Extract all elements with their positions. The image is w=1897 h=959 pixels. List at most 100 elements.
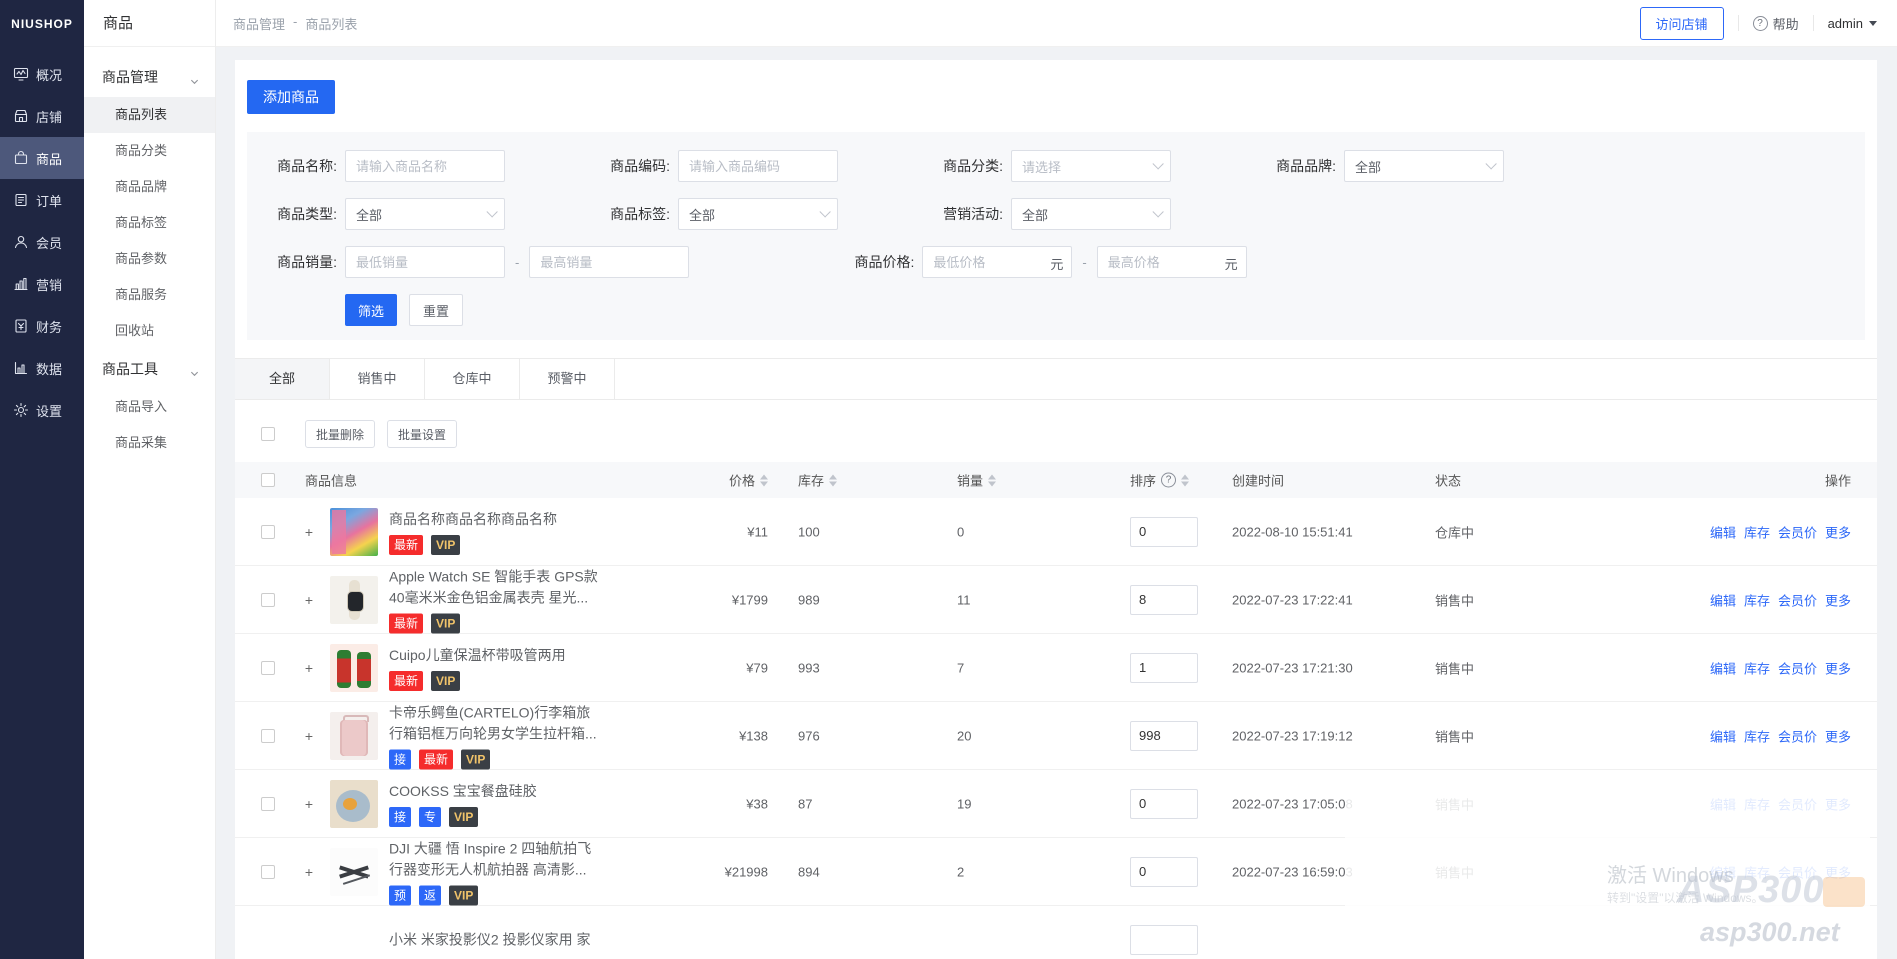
submenu-item[interactable]: 商品服务: [84, 277, 215, 313]
submenu-item[interactable]: 商品导入: [84, 389, 215, 425]
user-menu[interactable]: admin: [1828, 16, 1877, 31]
col-sales-header[interactable]: 销量: [957, 471, 996, 490]
action-stock[interactable]: 库存: [1744, 525, 1770, 540]
action-member-price[interactable]: 会员价: [1778, 729, 1817, 744]
breadcrumb: 商品管理 - 商品列表: [233, 14, 357, 33]
sort-carets-icon[interactable]: [829, 474, 837, 486]
submenu-item[interactable]: 商品分类: [84, 133, 215, 169]
sidebar-item-settings[interactable]: 设置: [0, 389, 84, 431]
add-product-button[interactable]: 添加商品: [247, 80, 335, 114]
action-more[interactable]: 更多: [1825, 593, 1851, 608]
sidebar-item-finance[interactable]: 财务: [0, 305, 84, 347]
submenu-item[interactable]: 商品标签: [84, 205, 215, 241]
batch-setting-button[interactable]: 批量设置: [387, 420, 457, 448]
submenu-group-1[interactable]: 商品工具: [84, 349, 215, 389]
sort-carets-icon[interactable]: [988, 474, 996, 486]
action-more[interactable]: 更多: [1825, 661, 1851, 676]
batch-delete-button[interactable]: 批量删除: [305, 420, 375, 448]
type-select[interactable]: 全部: [345, 198, 505, 230]
product-tag: VIP: [449, 807, 478, 827]
sort-input[interactable]: [1130, 585, 1198, 615]
row-expander[interactable]: +: [301, 524, 317, 540]
action-member-price[interactable]: 会员价: [1778, 593, 1817, 608]
row-checkbox[interactable]: [261, 797, 275, 811]
sort-input[interactable]: [1130, 653, 1198, 683]
tab-预警中[interactable]: 预警中: [520, 359, 615, 399]
header-checkbox[interactable]: [261, 473, 275, 487]
row-expander[interactable]: +: [301, 660, 317, 676]
sidebar-item-label: 店铺: [36, 107, 62, 126]
action-stock[interactable]: 库存: [1744, 661, 1770, 676]
submenu-group-0[interactable]: 商品管理: [84, 57, 215, 97]
tag-select[interactable]: 全部: [678, 198, 838, 230]
col-sort-header[interactable]: 排序 ?: [1130, 471, 1189, 490]
product-code-input[interactable]: [678, 150, 838, 182]
tab-全部[interactable]: 全部: [235, 359, 330, 399]
row-expander[interactable]: +: [301, 728, 317, 744]
max-sales-input[interactable]: [529, 246, 689, 278]
action-more[interactable]: 更多: [1825, 525, 1851, 540]
category-select[interactable]: 请选择: [1011, 150, 1171, 182]
product-tag: 接: [389, 807, 411, 827]
row-checkbox[interactable]: [261, 865, 275, 879]
sidebar-item-shop[interactable]: 店铺: [0, 95, 84, 137]
status-tabs: 全部销售中仓库中预警中: [235, 358, 1877, 400]
activity-select[interactable]: 全部: [1011, 198, 1171, 230]
select-all-checkbox[interactable]: [261, 427, 275, 441]
row-checkbox[interactable]: [261, 729, 275, 743]
sort-carets-icon[interactable]: [760, 474, 768, 486]
sidebar-item-overview[interactable]: 概况: [0, 53, 84, 95]
min-sales-input[interactable]: [345, 246, 505, 278]
table-row: +Apple Watch SE 智能手表 GPS款40毫米米金色铝金属表壳 星光…: [235, 566, 1877, 634]
action-member-price[interactable]: 会员价: [1778, 525, 1817, 540]
row-checkbox[interactable]: [261, 525, 275, 539]
filter-submit-button[interactable]: 筛选: [345, 294, 397, 326]
col-stock-header[interactable]: 库存: [798, 471, 837, 490]
chevron-down-icon: [819, 206, 830, 217]
help-link[interactable]: ? 帮助: [1753, 14, 1799, 33]
filter-reset-button[interactable]: 重置: [409, 294, 463, 326]
submenu-item[interactable]: 商品列表: [84, 97, 215, 133]
product-tag: VIP: [431, 671, 460, 691]
col-status-header: 状态: [1435, 471, 1461, 490]
action-stock[interactable]: 库存: [1744, 593, 1770, 608]
overview-icon: [13, 66, 29, 82]
sidebar-item-order[interactable]: 订单: [0, 179, 84, 221]
sidebar-item-marketing[interactable]: 营销: [0, 263, 84, 305]
submenu-item[interactable]: 商品采集: [84, 425, 215, 461]
breadcrumb-current: 商品列表: [305, 14, 357, 33]
brand-select[interactable]: 全部: [1344, 150, 1504, 182]
sidebar-item-member[interactable]: 会员: [0, 221, 84, 263]
sort-input[interactable]: [1130, 721, 1198, 751]
submenu-item[interactable]: 商品参数: [84, 241, 215, 277]
visit-shop-button[interactable]: 访问店铺: [1640, 7, 1724, 40]
product-name-input[interactable]: [345, 150, 505, 182]
action-edit[interactable]: 编辑: [1710, 593, 1736, 608]
row-expander[interactable]: +: [301, 592, 317, 608]
row-checkbox[interactable]: [261, 593, 275, 607]
action-edit[interactable]: 编辑: [1710, 729, 1736, 744]
action-more[interactable]: 更多: [1825, 729, 1851, 744]
action-member-price[interactable]: 会员价: [1778, 661, 1817, 676]
sort-input[interactable]: [1130, 517, 1198, 547]
col-operate-header: 操作: [1825, 471, 1851, 490]
tab-仓库中[interactable]: 仓库中: [425, 359, 520, 399]
tab-销售中[interactable]: 销售中: [330, 359, 425, 399]
row-expander[interactable]: +: [301, 796, 317, 812]
submenu-item[interactable]: 回收站: [84, 313, 215, 349]
sidebar-item-goods[interactable]: 商品: [0, 137, 84, 179]
action-edit[interactable]: 编辑: [1710, 661, 1736, 676]
sidebar-item-data[interactable]: 数据: [0, 347, 84, 389]
sort-input[interactable]: [1130, 925, 1198, 955]
sort-carets-icon[interactable]: [1181, 474, 1189, 486]
action-stock[interactable]: 库存: [1744, 729, 1770, 744]
action-edit[interactable]: 编辑: [1710, 525, 1736, 540]
marketing-icon: [13, 276, 29, 292]
sort-input[interactable]: [1130, 857, 1198, 887]
col-price-header[interactable]: 价格: [655, 471, 768, 490]
row-checkbox[interactable]: [261, 661, 275, 675]
sort-cell: [1130, 857, 1200, 887]
submenu-item[interactable]: 商品品牌: [84, 169, 215, 205]
row-expander[interactable]: +: [301, 864, 317, 880]
sort-input[interactable]: [1130, 789, 1198, 819]
